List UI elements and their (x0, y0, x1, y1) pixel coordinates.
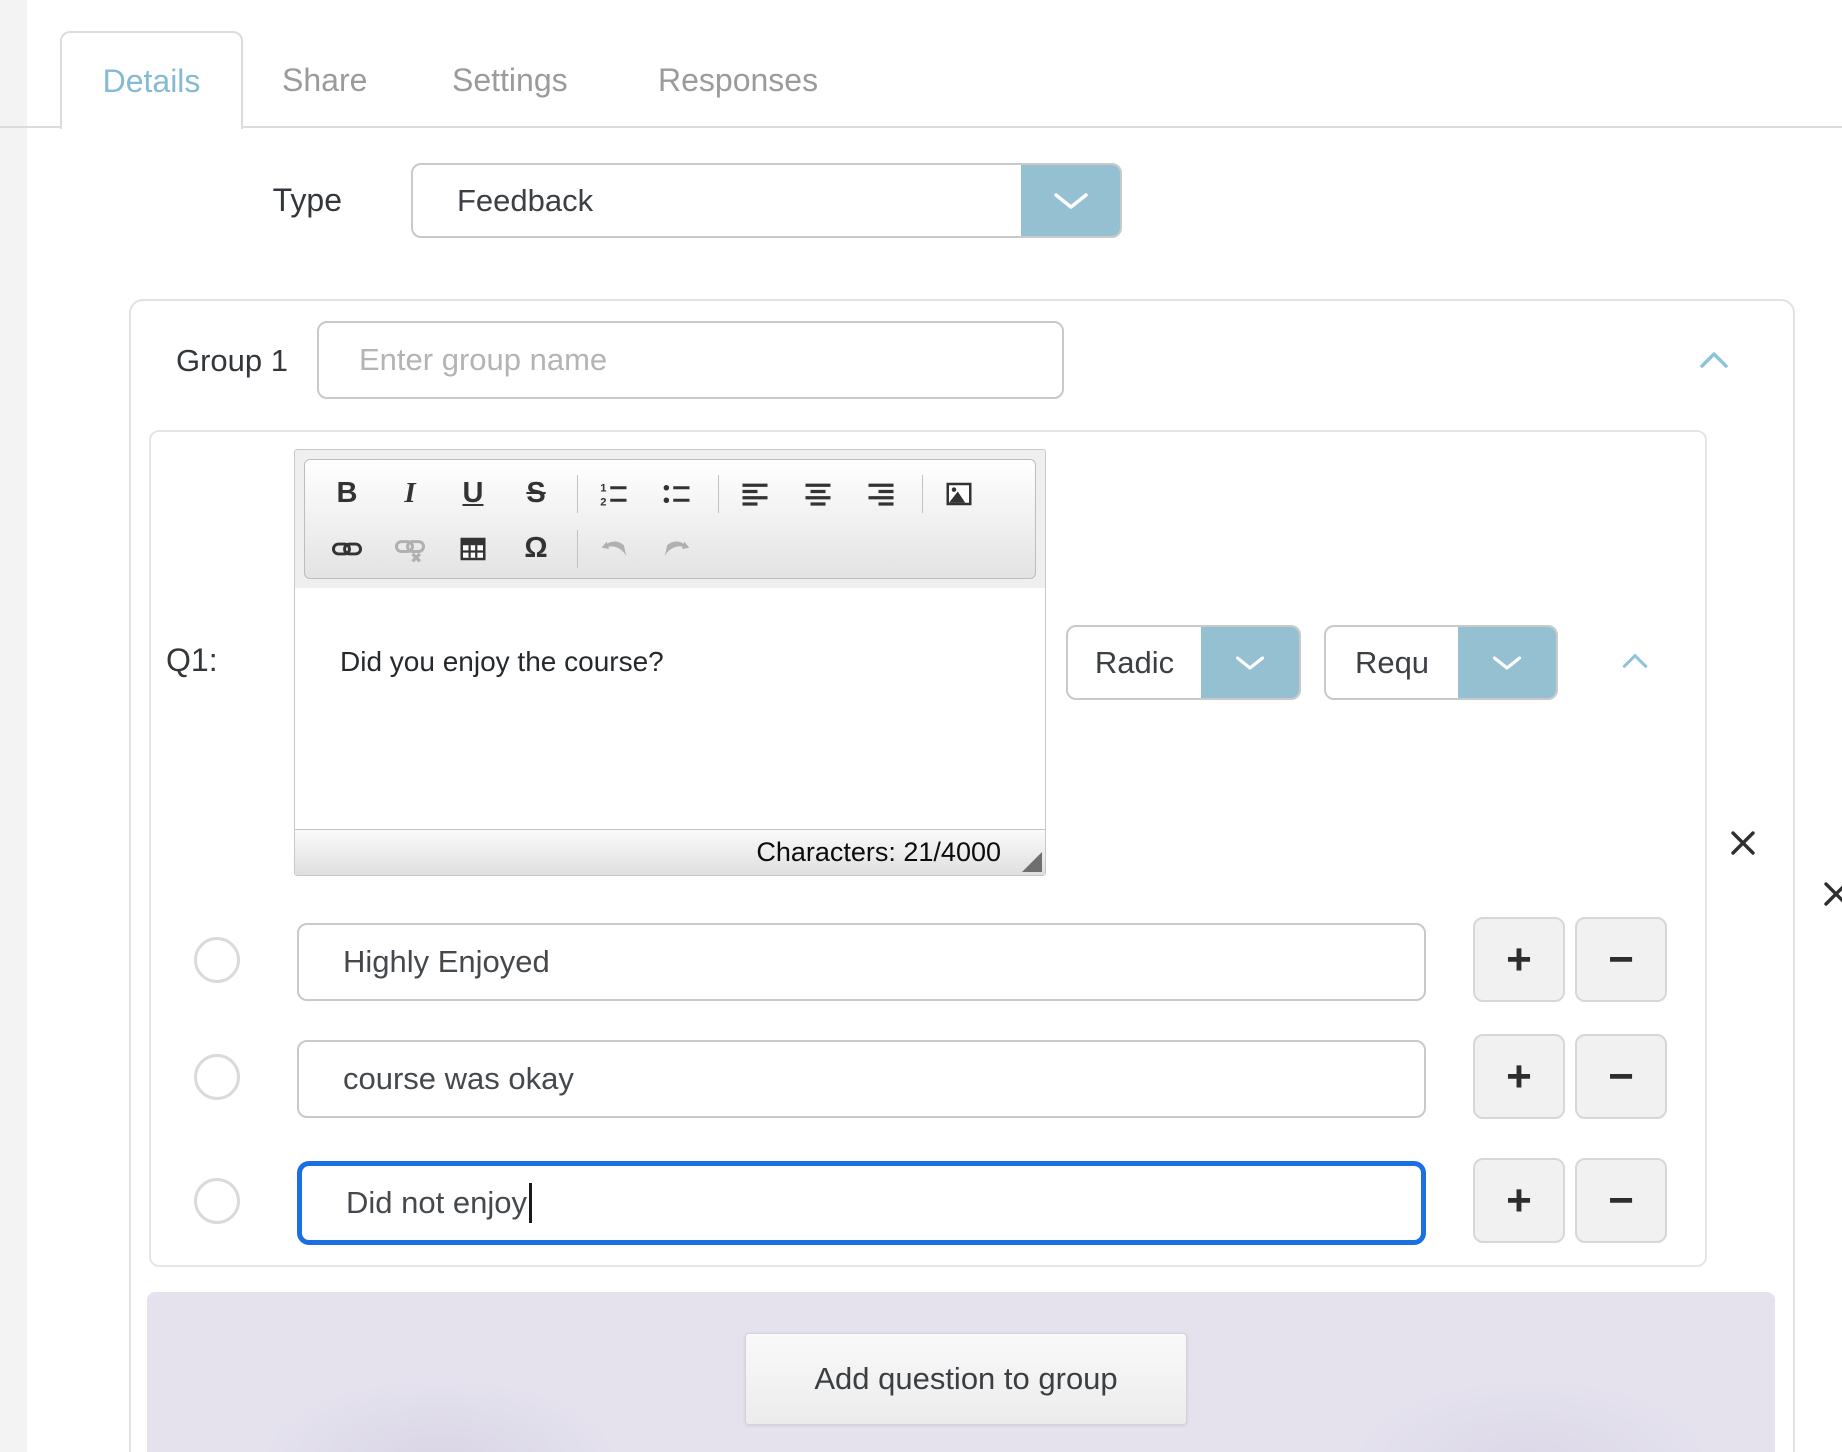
chevron-down-icon (1235, 655, 1265, 671)
text-caret (529, 1183, 532, 1223)
group-name-input[interactable]: Enter group name (317, 321, 1064, 399)
option-radio[interactable] (194, 937, 240, 983)
toolbar-separator (577, 475, 578, 513)
question-text-editor: B I U S 12 (294, 449, 1046, 876)
option-value: Highly Enjoyed (343, 944, 550, 980)
plus-icon: + (1506, 1052, 1532, 1102)
redo-icon[interactable] (655, 527, 699, 571)
question-collapse-button[interactable] (1621, 653, 1649, 669)
option-radio[interactable] (194, 1178, 240, 1224)
question-required-select[interactable]: Requ (1324, 625, 1558, 700)
insert-image-icon[interactable] (937, 472, 981, 516)
chevron-down-icon (1492, 655, 1522, 671)
link-icon[interactable] (325, 527, 369, 571)
option-radio[interactable] (194, 1054, 240, 1100)
type-label: Type (160, 182, 342, 219)
resize-handle-icon[interactable] (1022, 852, 1042, 872)
underline-icon[interactable]: U (451, 472, 495, 516)
align-left-icon[interactable] (733, 472, 777, 516)
strikethrough-icon[interactable]: S (514, 472, 558, 516)
italic-icon[interactable]: I (388, 472, 432, 516)
option-value: course was okay (343, 1061, 574, 1097)
option-input-2[interactable]: course was okay (297, 1040, 1426, 1118)
numbered-list-icon[interactable]: 12 (592, 472, 636, 516)
align-center-icon[interactable] (796, 472, 840, 516)
align-right-icon[interactable] (859, 472, 903, 516)
remove-option-button[interactable]: − (1575, 917, 1667, 1002)
type-select[interactable]: Feedback (411, 163, 1122, 238)
add-option-button[interactable]: + (1473, 1034, 1565, 1119)
left-gutter (0, 0, 27, 1452)
svg-text:1: 1 (600, 482, 606, 494)
group-collapse-button[interactable] (1699, 351, 1729, 369)
chevron-up-icon (1699, 351, 1729, 369)
option-input-3-focused[interactable]: Did not enjoy (297, 1161, 1426, 1245)
bulleted-list-icon[interactable] (655, 472, 699, 516)
option-value: Did not enjoy (346, 1185, 527, 1221)
question-type-dropdown-button[interactable] (1201, 627, 1299, 698)
question-number-label: Q1: (166, 642, 218, 679)
toolbar-separator (577, 530, 578, 568)
unlink-icon[interactable] (388, 527, 432, 571)
tab-details[interactable]: Details (60, 31, 243, 129)
add-question-label: Add question to group (814, 1361, 1117, 1397)
minus-icon: − (1608, 935, 1634, 985)
question-text-content[interactable]: Did you enjoy the course? (295, 588, 1045, 829)
question-type-value: Radic (1068, 627, 1201, 698)
chevron-down-icon (1053, 192, 1089, 210)
remove-option-button[interactable]: − (1575, 1034, 1667, 1119)
editor-footer: Characters: 21/4000 (295, 829, 1045, 875)
minus-icon: − (1608, 1176, 1634, 1226)
tab-bar-divider (0, 126, 1842, 128)
add-question-to-group-button[interactable]: Add question to group (745, 1333, 1187, 1425)
toolbar-separator (718, 475, 719, 513)
remove-group-button[interactable] (1822, 880, 1842, 908)
remove-question-button[interactable] (1729, 829, 1757, 857)
tab-settings[interactable]: Settings (452, 61, 568, 99)
option-input-1[interactable]: Highly Enjoyed (297, 923, 1426, 1001)
question-text: Did you enjoy the course? (340, 646, 664, 677)
editor-toolbar: B I U S 12 (304, 459, 1036, 579)
tab-details-label: Details (103, 63, 201, 100)
special-character-icon[interactable]: Ω (514, 527, 558, 571)
undo-icon[interactable] (592, 527, 636, 571)
survey-builder-page: Details Share Settings Responses Type Fe… (0, 0, 1842, 1452)
type-select-dropdown-button[interactable] (1021, 165, 1120, 236)
plus-icon: + (1506, 1176, 1532, 1226)
svg-text:2: 2 (600, 496, 606, 508)
insert-table-icon[interactable] (451, 527, 495, 571)
minus-icon: − (1608, 1052, 1634, 1102)
question-required-dropdown-button[interactable] (1458, 627, 1556, 698)
type-select-value: Feedback (413, 165, 1021, 236)
tab-share[interactable]: Share (282, 61, 367, 99)
remove-option-button[interactable]: − (1575, 1158, 1667, 1243)
group-label: Group 1 (176, 342, 288, 380)
chevron-up-icon (1621, 653, 1649, 669)
toolbar-separator (922, 475, 923, 513)
group-name-placeholder: Enter group name (359, 342, 607, 378)
question-required-value: Requ (1326, 627, 1458, 698)
bold-icon[interactable]: B (325, 472, 369, 516)
add-option-button[interactable]: + (1473, 917, 1565, 1002)
question-type-select[interactable]: Radic (1066, 625, 1301, 700)
character-counter: Characters: 21/4000 (756, 837, 1001, 868)
plus-icon: + (1506, 935, 1532, 985)
add-option-button[interactable]: + (1473, 1158, 1565, 1243)
tab-responses[interactable]: Responses (658, 61, 818, 99)
